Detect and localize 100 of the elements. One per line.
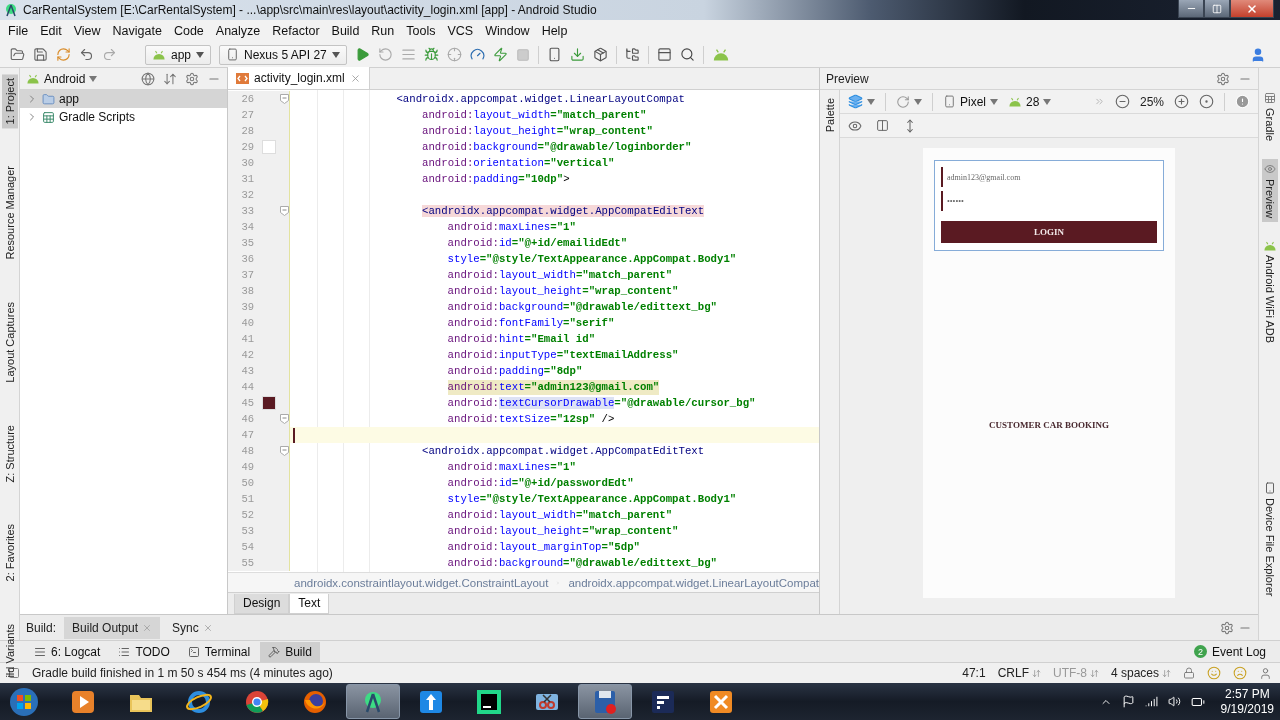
menu-item[interactable]: Build xyxy=(325,22,366,40)
search-icon[interactable] xyxy=(679,47,695,62)
email-field[interactable]: admin123@gmail.com xyxy=(941,167,1157,187)
tool-window-button[interactable]: Terminal xyxy=(179,641,259,662)
settings-icon[interactable] xyxy=(185,71,199,86)
tool-window-tab[interactable]: Resource Manager xyxy=(1,162,18,265)
menu-item[interactable]: Window xyxy=(479,22,536,40)
settings-icon[interactable] xyxy=(1220,620,1234,635)
sync-icon[interactable] xyxy=(56,47,71,62)
event-log-button[interactable]: 2 Event Log xyxy=(1185,641,1274,662)
package-icon[interactable] xyxy=(592,47,608,62)
zoom-in-icon[interactable] xyxy=(1174,94,1189,109)
layout-icon[interactable] xyxy=(656,47,672,62)
tool-window-tab[interactable]: Device File Explorer xyxy=(1261,477,1278,600)
speaker-icon[interactable] xyxy=(1167,695,1181,708)
windows-orb-icon xyxy=(9,686,39,717)
tool-window-tab[interactable]: 1: Project xyxy=(1,74,18,129)
device-manager-icon[interactable] xyxy=(546,47,562,62)
open-folder-icon[interactable] xyxy=(10,47,25,62)
sdk-download-icon[interactable] xyxy=(569,47,585,62)
menu-item[interactable]: Analyze xyxy=(209,22,267,40)
eye-icon[interactable] xyxy=(848,118,862,133)
menu-item[interactable]: Tools xyxy=(400,22,442,40)
breadcrumb-item[interactable]: androidx.constraintlayout.widget.ConstraintLayout xyxy=(294,576,549,589)
lock-icon[interactable] xyxy=(1183,667,1195,679)
fit-screen-icon[interactable] xyxy=(1199,94,1214,109)
maximize-button[interactable] xyxy=(1204,0,1230,18)
module-dropdown[interactable]: app xyxy=(145,44,212,65)
terminal-icon xyxy=(187,645,200,658)
globe-icon[interactable] xyxy=(141,71,155,86)
redo-icon[interactable] xyxy=(102,47,117,62)
tool-window-button[interactable]: 6: Logcat xyxy=(26,641,109,662)
fold-icon[interactable] xyxy=(280,446,289,456)
tool-window-tab[interactable]: Z: Structure xyxy=(1,420,18,487)
smile-icon[interactable] xyxy=(1207,666,1221,680)
warning-icon[interactable] xyxy=(1235,94,1250,109)
menu-item[interactable]: Navigate xyxy=(106,22,168,40)
editor-mode-tab[interactable]: Design xyxy=(234,593,290,614)
orientation-dropdown[interactable] xyxy=(896,94,922,109)
status-item[interactable]: 4 spaces xyxy=(1110,666,1171,680)
list-icon[interactable] xyxy=(400,47,416,62)
close-button[interactable] xyxy=(1230,0,1274,18)
resize-horizontal-icon[interactable] xyxy=(876,119,889,132)
layers-dropdown[interactable] xyxy=(848,94,875,109)
menu-item[interactable]: VCS xyxy=(441,22,480,40)
tree-item[interactable]: Gradle Scripts xyxy=(20,108,227,126)
breadcrumb-item[interactable]: androidx.appcompat.widget.LinearLayoutCompat xyxy=(568,576,819,589)
person-icon[interactable] xyxy=(1259,666,1272,680)
tool-window-button[interactable]: TODO xyxy=(110,641,178,662)
zoom-out-icon[interactable] xyxy=(1114,94,1130,109)
tree-item[interactable]: app xyxy=(20,90,227,108)
user-icon[interactable] xyxy=(1250,46,1266,63)
fold-icon[interactable] xyxy=(280,414,289,424)
status-item[interactable]: 47:1 xyxy=(962,666,986,680)
editor-mode-tab[interactable]: Text xyxy=(289,593,330,614)
menu-item[interactable]: Edit xyxy=(34,22,68,40)
device-dropdown[interactable]: Nexus 5 API 27 xyxy=(219,44,347,65)
sort-icon[interactable] xyxy=(163,71,177,86)
tool-window-tab[interactable]: ild Variants xyxy=(1,619,18,682)
app-caption: CUSTOMER CAR BOOKING xyxy=(989,419,1109,430)
apply-changes-icon[interactable] xyxy=(492,47,508,62)
rerun-icon[interactable] xyxy=(377,47,393,62)
signal-icon[interactable] xyxy=(1144,695,1158,708)
close-tab-icon[interactable] xyxy=(349,72,361,84)
code-line: android:id="@+id/emailidEdt" xyxy=(447,235,628,251)
tool-window-tab[interactable]: Gradle xyxy=(1261,88,1278,146)
save-icon[interactable] xyxy=(33,47,48,62)
frown-icon[interactable] xyxy=(1233,666,1247,680)
menu-item[interactable]: Refactor xyxy=(266,22,326,40)
flag-icon[interactable] xyxy=(1121,695,1135,708)
panel-toggle-icon[interactable] xyxy=(8,667,20,679)
palette-tab[interactable]: Palette xyxy=(821,94,838,137)
menu-item[interactable]: Code xyxy=(167,22,210,40)
status-item[interactable]: CRLF xyxy=(997,666,1041,680)
build-tab[interactable]: Build Output xyxy=(64,616,161,639)
run-icon[interactable] xyxy=(354,47,370,62)
project-structure-icon[interactable] xyxy=(624,47,640,62)
tool-window-tab[interactable]: Android WiFi ADB xyxy=(1260,236,1279,348)
profiler-icon[interactable] xyxy=(469,47,485,62)
debug-icon[interactable] xyxy=(423,47,439,62)
login-button[interactable]: LOGIN xyxy=(941,221,1157,243)
minimize-button[interactable] xyxy=(1178,0,1204,18)
api-level-dropdown[interactable]: 28 xyxy=(1008,94,1052,109)
file-tab[interactable]: activity_login.xml xyxy=(228,67,370,89)
tool-window-tab[interactable]: 2: Favorites xyxy=(1,520,18,586)
device-dropdown[interactable]: Pixel xyxy=(943,94,998,109)
tool-window-tab[interactable]: Layout Captures xyxy=(1,298,18,387)
attach-icon[interactable] xyxy=(446,47,462,62)
fold-icon[interactable] xyxy=(280,94,289,104)
tool-window-button[interactable]: Build xyxy=(260,641,320,662)
undo-icon[interactable] xyxy=(79,47,94,62)
menu-item[interactable]: Help xyxy=(535,22,574,40)
tool-window-tab[interactable]: Preview xyxy=(1261,159,1278,223)
fold-icon[interactable] xyxy=(280,206,289,216)
menu-item[interactable]: View xyxy=(67,22,107,40)
password-field[interactable]: •••••• xyxy=(941,191,1157,211)
settings-icon[interactable] xyxy=(1216,71,1230,86)
build-tab[interactable]: Sync xyxy=(164,616,221,639)
menu-item[interactable]: File xyxy=(2,22,35,40)
menu-item[interactable]: Run xyxy=(365,22,401,40)
